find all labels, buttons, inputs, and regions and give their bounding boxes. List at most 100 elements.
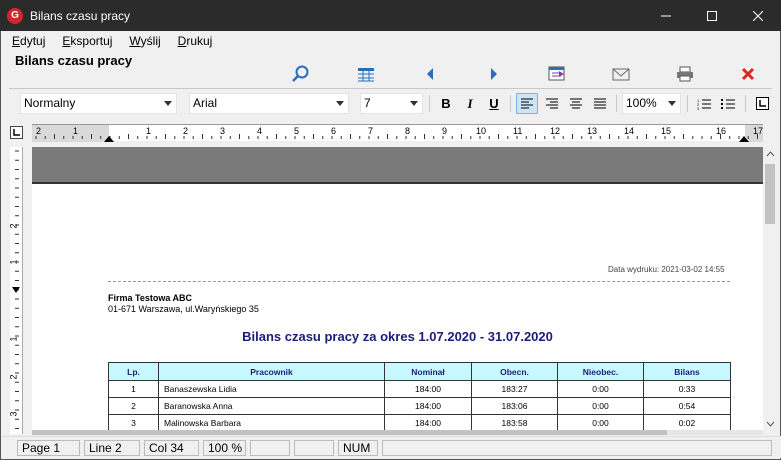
table-header-row: Lp. Pracownik Nominał Obecn. Nieobec. Bi… [108,362,731,381]
window-title: Bilans czasu pracy [30,8,131,23]
report-table: Lp. Pracownik Nominał Obecn. Nieobec. Bi… [108,362,731,432]
grid-button[interactable] [353,63,379,85]
align-left-icon [521,98,533,109]
horizontal-ruler[interactable]: 2 1 1 2 3 4 5 6 7 8 9 10 11 12 13 14 15 … [32,124,763,142]
align-center-button[interactable] [565,93,587,114]
toolbar-divider [687,95,688,112]
column-header: Nieobec. [557,362,644,381]
next-arrow-icon [491,68,497,80]
prev-arrow-icon [427,68,433,80]
table-cell: 0:54 [643,397,731,415]
close-red-icon [741,67,755,81]
table-cell: 0:00 [557,397,644,415]
maximize-button[interactable] [689,0,735,31]
close-report-button[interactable] [735,63,761,85]
close-icon [753,10,763,21]
print-button[interactable] [672,63,698,85]
export-button[interactable] [544,63,570,85]
table-cell: 1 [108,380,159,398]
status-col: Col 34 [144,440,199,456]
prev-page-button[interactable] [417,63,443,85]
scroll-down-icon[interactable] [766,421,775,427]
send-mail-button[interactable] [608,63,634,85]
minimize-button[interactable] [643,0,689,31]
horizontal-scrollbar[interactable] [32,430,763,435]
underline-button[interactable]: U [483,93,505,114]
horizontal-scroll-thumb[interactable] [32,430,667,435]
app-icon: G [7,7,23,24]
bold-button[interactable]: B [435,93,457,114]
company-address: 01-671 Warszawa, ul.Waryńskiego 35 [108,304,259,314]
font-select[interactable]: Arial [189,93,349,114]
chevron-down-icon [668,101,676,106]
column-header: Bilans [643,362,731,381]
header-divider [108,281,730,282]
italic-button[interactable]: I [459,93,481,114]
company-name: Firma Testowa ABC [108,293,193,303]
table-cell: Baranowska Anna [158,397,385,415]
toolbar-separator [9,88,772,89]
column-header: Nominał [384,362,472,381]
numbered-list-button[interactable]: 123 [693,93,715,114]
bullet-list-icon [721,98,735,109]
page-header-band [32,147,763,184]
table-cell: 0:00 [557,414,644,432]
toolbar-divider [510,95,511,112]
right-indent-marker[interactable] [739,134,749,142]
tab-type-selector[interactable] [10,126,23,139]
status-empty-3 [382,440,772,456]
table-cell: 184:00 [384,414,472,432]
table-cell: 184:00 [384,380,472,398]
maximize-icon [707,10,717,21]
style-select[interactable]: Normalny [20,93,177,114]
horizontal-ruler-row: 2 1 1 2 3 4 5 6 7 8 9 10 11 12 13 14 15 … [1,120,781,142]
format-toolbar: Normalny Arial 7 B I U 100% 1 2 3 [1,92,781,116]
column-header: Lp. [108,362,159,381]
status-empty-1 [250,440,290,456]
left-indent-marker[interactable] [104,134,114,142]
menu-wyslij[interactable]: Wyślij [118,34,166,50]
top-margin-marker[interactable] [12,287,20,297]
tab-left-icon [13,129,20,136]
align-justify-button[interactable] [589,93,611,114]
column-header: Obecn. [471,362,558,381]
menu-drukuj[interactable]: Drukuj [167,34,219,50]
status-bar: Page 1 Line 2 Col 34 100 % NUM [1,436,781,458]
status-zoom: 100 % [203,440,246,456]
tab-stop-icon [755,97,769,110]
search-button[interactable] [288,63,314,85]
vertical-scrollbar[interactable] [763,147,778,433]
table-cell: 0:33 [643,380,731,398]
table-cell: 2 [108,397,159,415]
vertical-scroll-thumb[interactable] [765,164,775,224]
grid-icon [358,68,374,82]
title-bar: G Bilans czasu pracy [0,0,781,31]
style-select-value: Normalny [24,96,76,110]
align-left-button[interactable] [516,93,538,114]
table-cell: 183:27 [471,380,558,398]
align-justify-icon [594,98,606,109]
status-num: NUM [338,440,378,456]
next-page-button[interactable] [481,63,507,85]
bullet-list-button[interactable] [717,93,739,114]
export-icon [548,66,565,81]
table-cell: Malinowska Barbara [158,414,385,432]
menu-eksportuj[interactable]: Eksportuj [51,34,118,50]
scroll-up-icon[interactable] [766,151,775,157]
document-area[interactable]: Data wydruku: 2021-03-02 14:55 Firma Tes… [32,147,763,433]
vertical-ruler[interactable]: 2 1 1 2 3 [9,147,23,434]
zoom-select-value: 100% [626,96,657,110]
toolbar-divider [616,95,617,112]
table-cell: 3 [108,414,159,432]
align-right-button[interactable] [541,93,563,114]
tab-stop-button[interactable] [751,93,773,114]
report-title: Bilans czasu pracy za okres 1.07.2020 - … [242,329,553,344]
font-size-select[interactable]: 7 [360,93,423,114]
print-date: Data wydruku: 2021-03-02 14:55 [608,265,725,274]
align-center-icon [570,98,582,109]
close-window-button[interactable] [735,0,781,31]
window-body: Edytuj Eksportuj Wyślij Drukuj Bilans cz… [0,31,781,460]
menu-edytuj[interactable]: Edytuj [1,34,51,50]
printer-icon [677,66,693,82]
zoom-select[interactable]: 100% [622,93,681,114]
